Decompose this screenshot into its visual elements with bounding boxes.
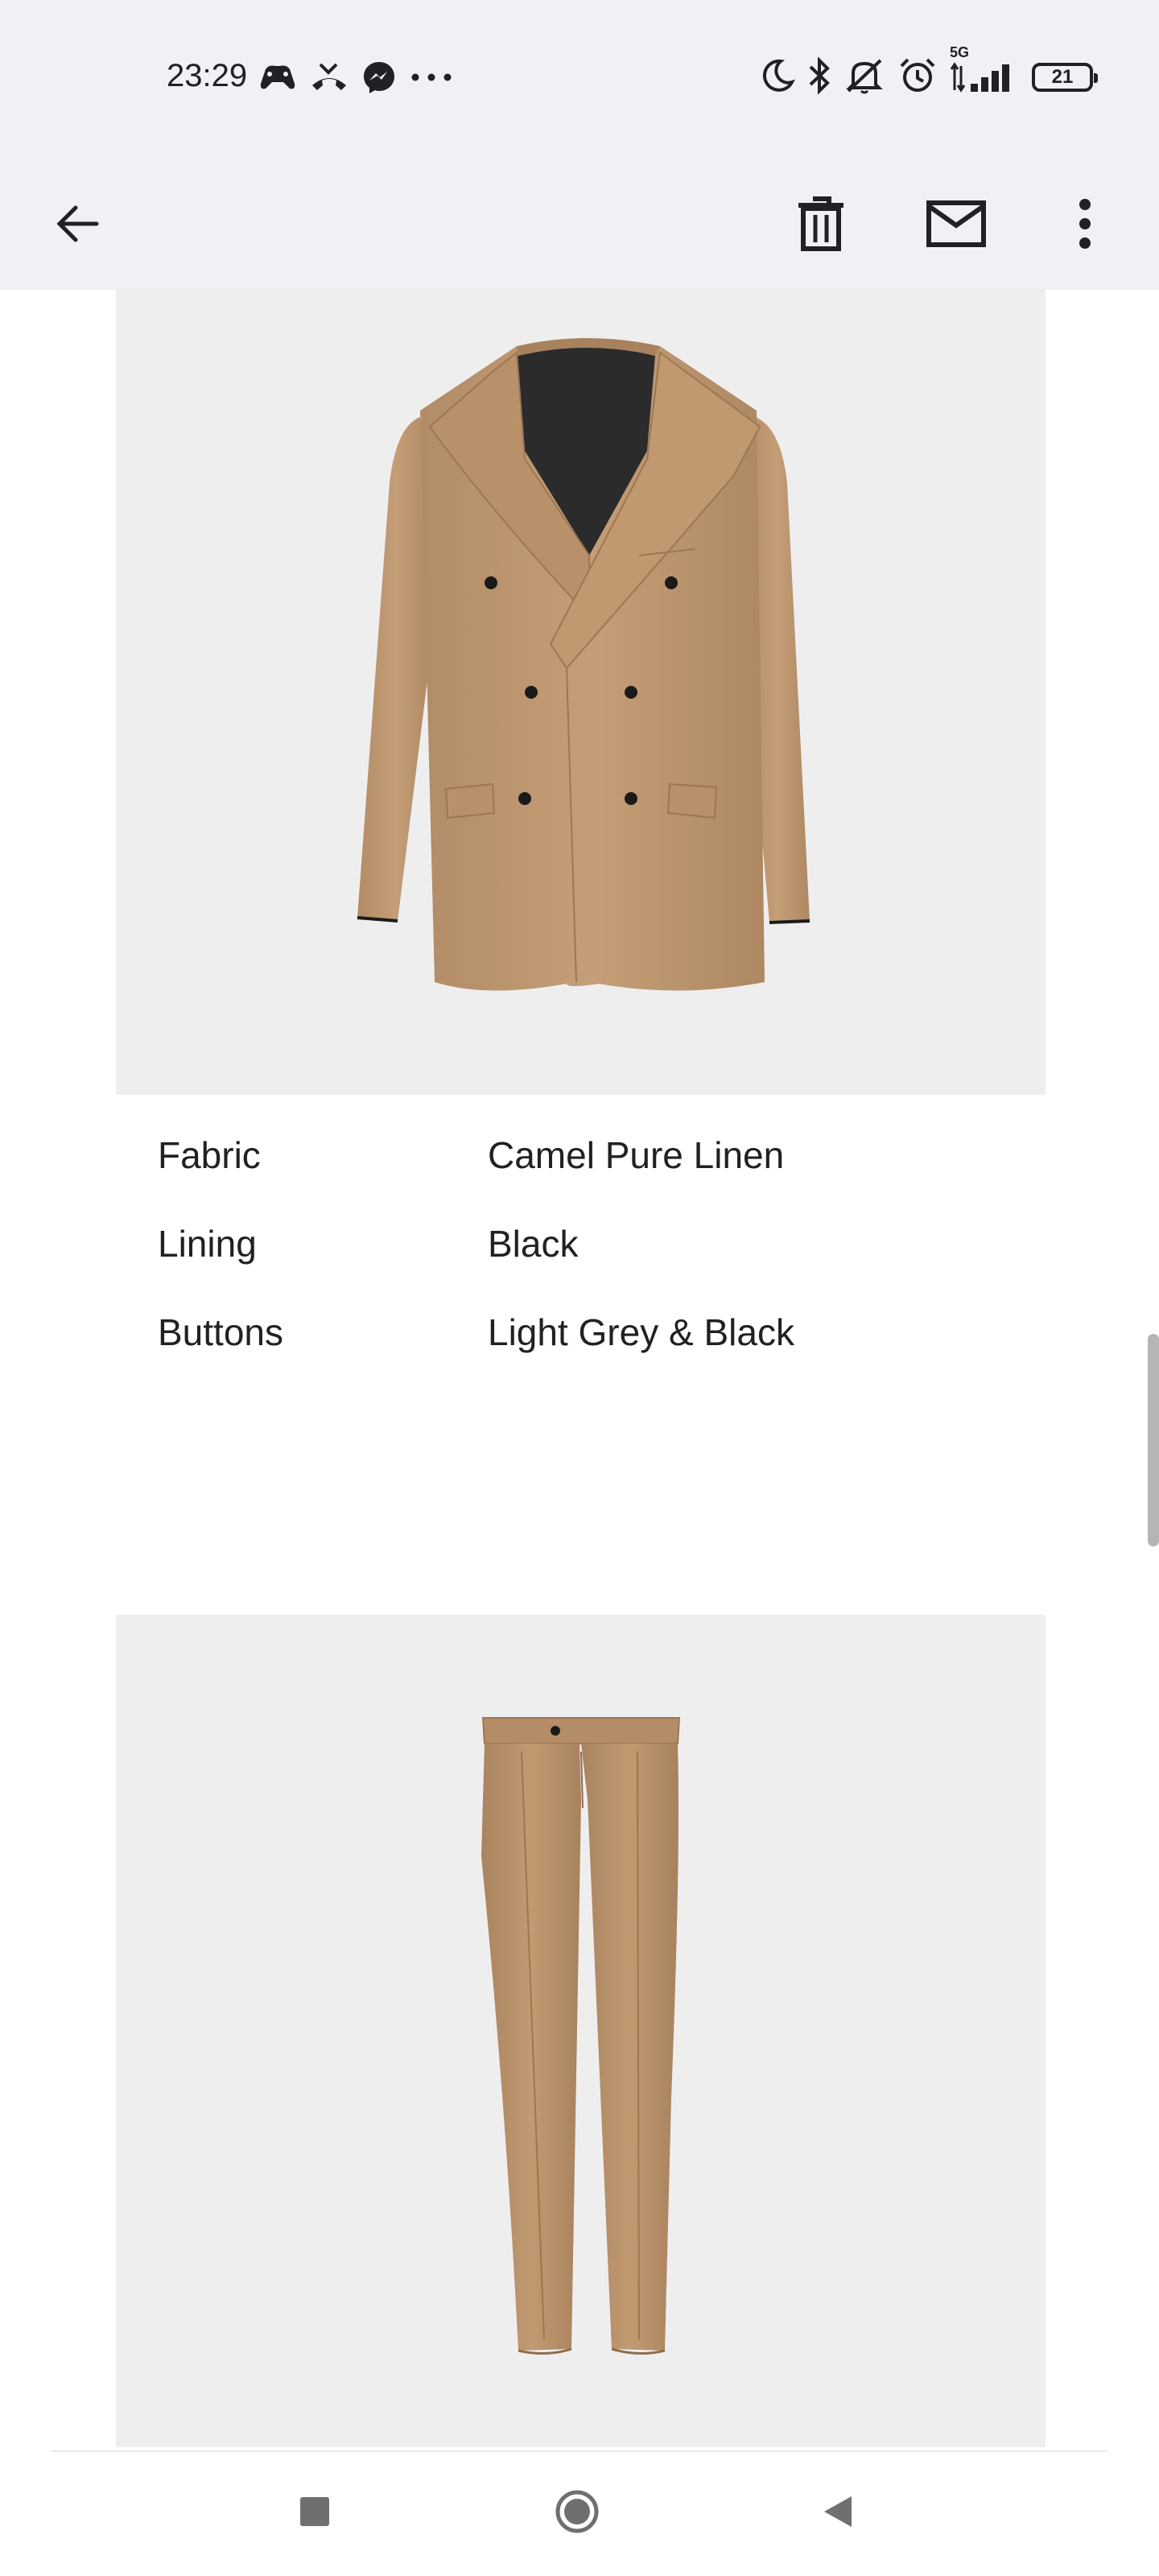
- spec-label: Lining: [158, 1223, 257, 1265]
- more-options-button[interactable]: [1046, 187, 1124, 264]
- spec-row-lining: Lining Black: [158, 1199, 963, 1288]
- bluetooth-icon: [808, 56, 831, 98]
- messenger-icon: [362, 60, 396, 98]
- delete-button[interactable]: [782, 187, 860, 264]
- spec-row-fabric: Fabric Camel Pure Linen: [158, 1111, 963, 1199]
- email-content: Fabric Camel Pure Linen Lining Black But…: [0, 290, 1159, 2450]
- spec-value: Light Grey & Black: [488, 1311, 794, 1353]
- status-system-icons: 5G 21: [760, 44, 1098, 99]
- mail-icon: [926, 200, 987, 252]
- system-nav-bar: [0, 2452, 1159, 2576]
- alarm-icon: [898, 56, 937, 99]
- spec-label: Fabric: [158, 1134, 261, 1176]
- trousers-image: [116, 1615, 1046, 2447]
- mark-unread-button[interactable]: [918, 187, 995, 264]
- recents-square-icon: [299, 2496, 331, 2532]
- jacket-spec-table: Fabric Camel Pure Linen Lining Black But…: [158, 1111, 963, 1377]
- app-bar: [0, 161, 1159, 290]
- back-nav-button[interactable]: [813, 2489, 861, 2537]
- home-button[interactable]: [553, 2489, 601, 2537]
- spec-label: Buttons: [158, 1311, 283, 1353]
- status-notification-icons: [259, 61, 452, 97]
- status-time: 23:29: [167, 58, 248, 93]
- battery-level: 21: [1051, 66, 1074, 88]
- spec-value: Camel Pure Linen: [488, 1134, 785, 1176]
- back-button[interactable]: [39, 187, 116, 264]
- arrow-left-icon: [52, 198, 103, 254]
- spec-value: Black: [488, 1223, 579, 1265]
- game-controller-icon: [259, 61, 296, 97]
- more-dots-icon: [410, 72, 452, 86]
- recents-button[interactable]: [291, 2489, 339, 2537]
- signal-icon: 5G: [950, 44, 1019, 97]
- home-circle-icon: [555, 2490, 599, 2537]
- spec-row-buttons: Buttons Light Grey & Black: [158, 1288, 963, 1377]
- trash-icon: [795, 196, 847, 256]
- back-triangle-icon: [821, 2495, 853, 2533]
- missed-call-icon: [311, 61, 348, 97]
- mute-icon: [843, 57, 885, 98]
- more-vert-icon: [1077, 198, 1093, 254]
- scrollbar[interactable]: [1148, 1334, 1159, 1546]
- jacket-image: [116, 290, 1046, 1095]
- moon-icon: [760, 58, 795, 97]
- network-type-label: 5G: [950, 43, 970, 60]
- status-bar: 23:29 5G 21: [0, 0, 1159, 161]
- battery-icon: 21: [1032, 63, 1098, 92]
